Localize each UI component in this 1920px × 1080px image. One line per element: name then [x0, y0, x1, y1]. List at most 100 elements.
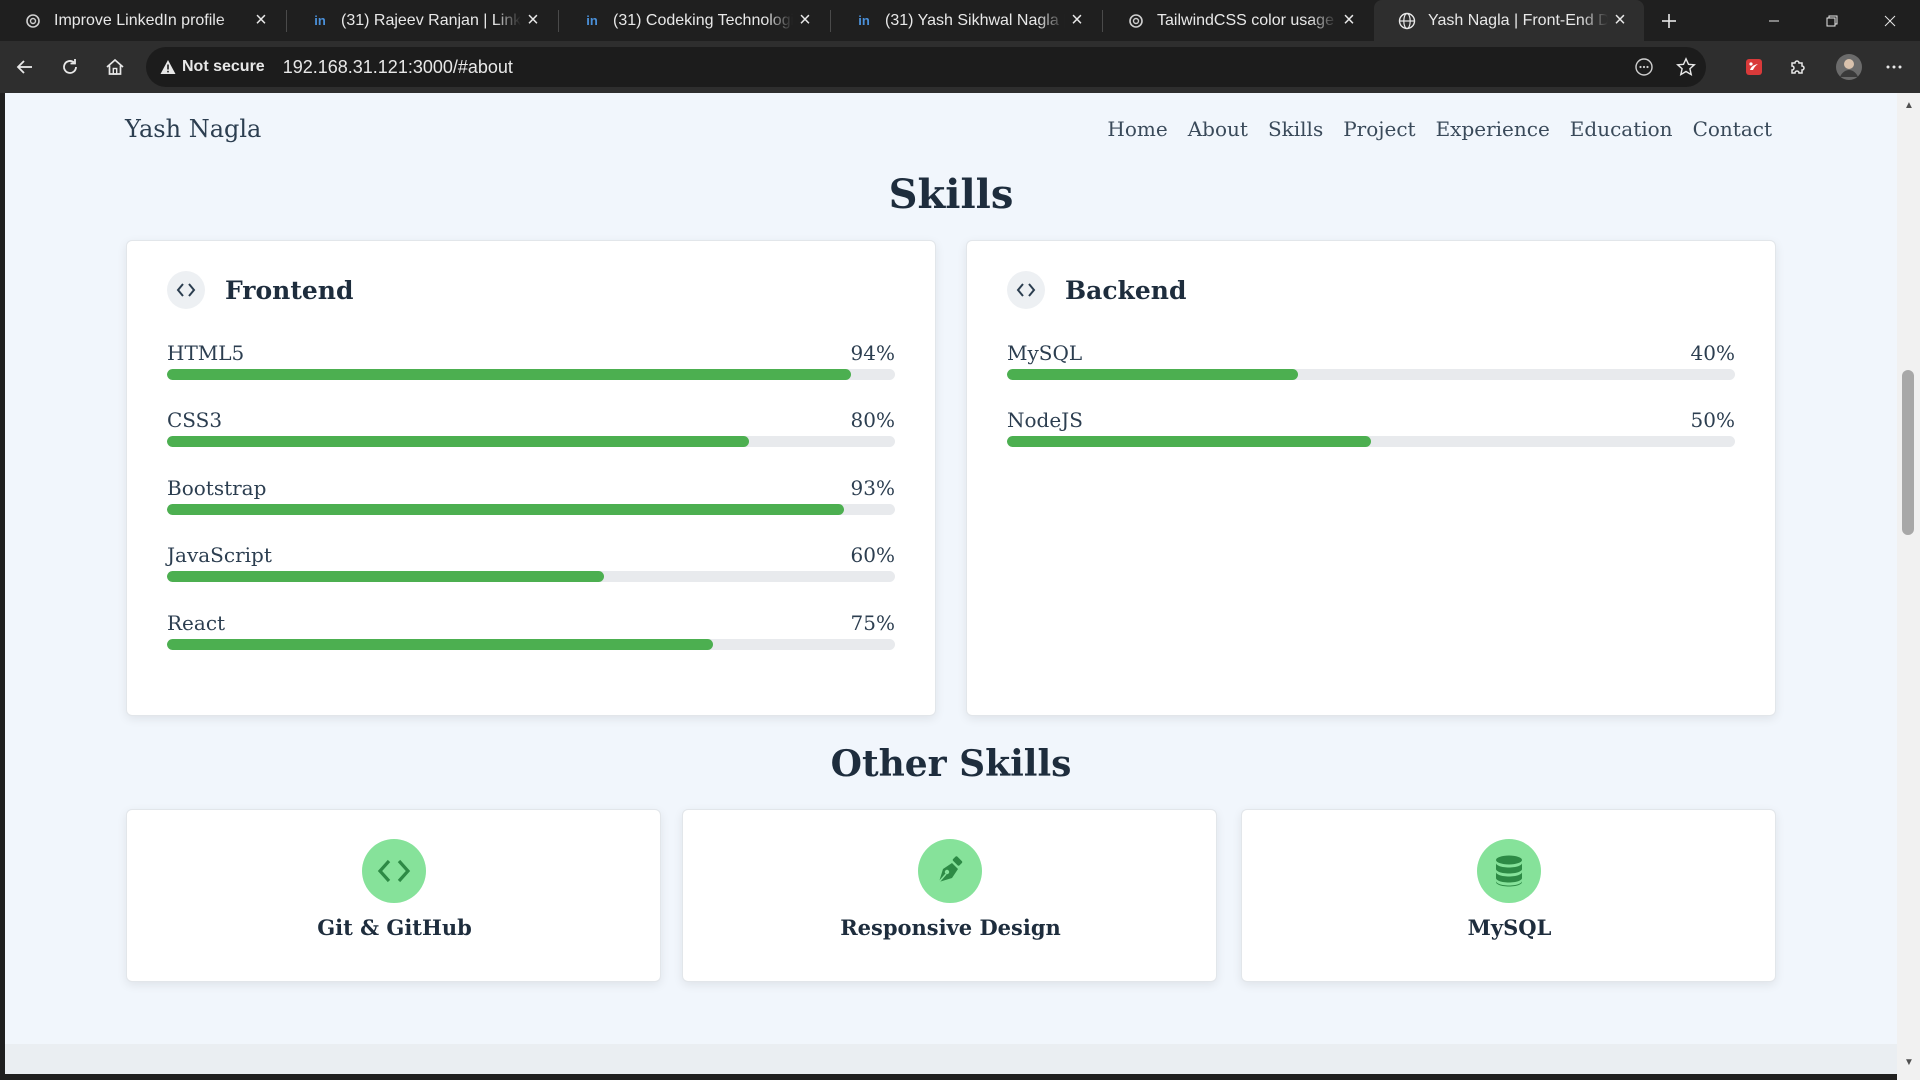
restore-button[interactable]: [1803, 0, 1861, 41]
tab-title: TailwindCSS color usage: [1157, 11, 1334, 29]
new-tab-button[interactable]: [1652, 4, 1686, 38]
code-icon: [1007, 271, 1045, 309]
bookmark-star-icon[interactable]: [1669, 50, 1703, 84]
menu-dots-icon[interactable]: [1877, 50, 1911, 84]
profile-avatar[interactable]: [1832, 50, 1866, 84]
page-actions-icon[interactable]: [1627, 50, 1661, 84]
skill-name: JavaScript: [167, 543, 272, 567]
progress-track: [167, 436, 895, 447]
other-skill-card: Responsive Design: [682, 809, 1217, 982]
pen-nib-icon: [918, 839, 982, 903]
scrollbar-thumb[interactable]: [1902, 370, 1914, 535]
skill-row: JavaScript 60%: [167, 543, 895, 593]
backend-skills-card: Backend MySQL 40% NodeJS 50%: [966, 240, 1776, 716]
skill-name: NodeJS: [1007, 408, 1083, 432]
other-skill-card: MySQL: [1241, 809, 1776, 982]
other-skills-heading: Other Skills: [830, 743, 1072, 785]
browser-tab[interactable]: in (31) Codeking Technologies P ×: [559, 0, 829, 41]
skill-percent: 93%: [850, 476, 895, 500]
skill-row: MySQL 40%: [1007, 341, 1735, 391]
nav-link-experience[interactable]: Experience: [1436, 117, 1550, 141]
tab-title: (31) Codeking Technologies P: [613, 11, 793, 29]
footer-edge: [5, 1044, 1897, 1074]
nav-link-about[interactable]: About: [1188, 117, 1248, 141]
browser-tab[interactable]: Improve LinkedIn profile ×: [0, 0, 285, 41]
minimize-button[interactable]: [1745, 0, 1803, 41]
skill-name: Bootstrap: [167, 476, 267, 500]
database-icon: [1477, 839, 1541, 903]
progress-fill: [167, 369, 852, 380]
code-icon: [362, 839, 426, 903]
progress-track: [167, 369, 895, 380]
browser-tab-active[interactable]: Yash Nagla | Front-End Devel ×: [1374, 0, 1644, 41]
browser-tab[interactable]: in (31) Rajeev Ranjan | LinkedIn ×: [287, 0, 557, 41]
browser-tab[interactable]: TailwindCSS color usage ×: [1103, 0, 1373, 41]
skill-row: CSS3 80%: [167, 408, 895, 458]
progress-fill: [1007, 436, 1371, 447]
skills-heading: Skills: [888, 171, 1014, 218]
url-text[interactable]: 192.168.31.121:3000/#about: [283, 57, 513, 78]
other-skill-label: Git & GitHub: [317, 915, 472, 940]
close-icon[interactable]: ×: [249, 9, 273, 33]
skill-percent: 40%: [1690, 341, 1735, 365]
skill-name: HTML5: [167, 341, 245, 365]
card-title: Frontend: [225, 275, 354, 305]
card-header: Frontend: [167, 271, 353, 309]
skill-percent: 50%: [1690, 408, 1735, 432]
progress-track: [167, 571, 895, 582]
address-bar[interactable]: Not secure 192.168.31.121:3000/#about: [146, 47, 1706, 87]
nav-link-contact[interactable]: Contact: [1693, 117, 1772, 141]
tab-title: Improve LinkedIn profile: [54, 11, 225, 29]
linkedin-icon: in: [586, 13, 598, 28]
skill-row: React 75%: [167, 611, 895, 661]
card-header: Backend: [1007, 271, 1186, 309]
other-skill-label: Responsive Design: [840, 915, 1061, 940]
close-icon[interactable]: ×: [1065, 9, 1089, 33]
skill-percent: 60%: [850, 543, 895, 567]
openai-icon: [24, 12, 42, 30]
openai-icon: [1127, 12, 1145, 30]
site-brand[interactable]: Yash Nagla: [125, 115, 261, 143]
nav-menu: Home About Skills Project Experience Edu…: [1107, 117, 1772, 141]
skill-row: NodeJS 50%: [1007, 408, 1735, 458]
skill-percent: 75%: [850, 611, 895, 635]
skill-percent: 80%: [850, 408, 895, 432]
nav-link-skills[interactable]: Skills: [1268, 117, 1323, 141]
site-navbar: Yash Nagla Home About Skills Project Exp…: [5, 93, 1897, 163]
scroll-down-arrow-icon[interactable]: ▼: [1903, 1056, 1915, 1068]
home-button[interactable]: [98, 50, 132, 84]
reload-button[interactable]: [53, 50, 87, 84]
close-icon[interactable]: ×: [521, 9, 545, 33]
progress-fill: [167, 504, 845, 515]
progress-track: [1007, 369, 1735, 380]
scroll-up-arrow-icon[interactable]: ▲: [1903, 99, 1915, 111]
progress-fill: [1007, 369, 1299, 380]
page-scrollbar[interactable]: ▲ ▼: [1897, 93, 1920, 1080]
progress-fill: [167, 571, 604, 582]
nav-link-home[interactable]: Home: [1107, 117, 1167, 141]
linkedin-icon: in: [314, 13, 326, 28]
progress-fill: [167, 639, 713, 650]
browser-tab-bar: Improve LinkedIn profile × in (31) Rajee…: [0, 0, 1920, 41]
back-button[interactable]: [8, 50, 42, 84]
web-page: Yash Nagla Home About Skills Project Exp…: [5, 93, 1897, 1074]
close-window-button[interactable]: [1861, 0, 1919, 41]
skill-row: Bootstrap 93%: [167, 476, 895, 526]
linkedin-icon: in: [858, 13, 870, 28]
extensions-puzzle-icon[interactable]: [1781, 50, 1815, 84]
security-status[interactable]: Not secure: [182, 58, 265, 76]
close-icon[interactable]: ×: [793, 9, 817, 33]
skill-row: HTML5 94%: [167, 341, 895, 391]
progress-track: [167, 504, 895, 515]
skill-name: React: [167, 611, 226, 635]
skill-name: CSS3: [167, 408, 223, 432]
other-skill-label: MySQL: [1467, 915, 1552, 940]
browser-tab[interactable]: in (31) Yash Sikhwal Nagla | Link ×: [831, 0, 1101, 41]
nav-link-education[interactable]: Education: [1570, 117, 1673, 141]
extension-icon[interactable]: [1737, 50, 1771, 84]
frontend-skills-card: Frontend HTML5 94% CSS3 80% Bootstrap 93…: [126, 240, 936, 716]
close-icon[interactable]: ×: [1337, 9, 1361, 33]
tab-title: Yash Nagla | Front-End Devel: [1428, 11, 1608, 29]
close-icon[interactable]: ×: [1608, 9, 1632, 33]
nav-link-project[interactable]: Project: [1343, 117, 1415, 141]
